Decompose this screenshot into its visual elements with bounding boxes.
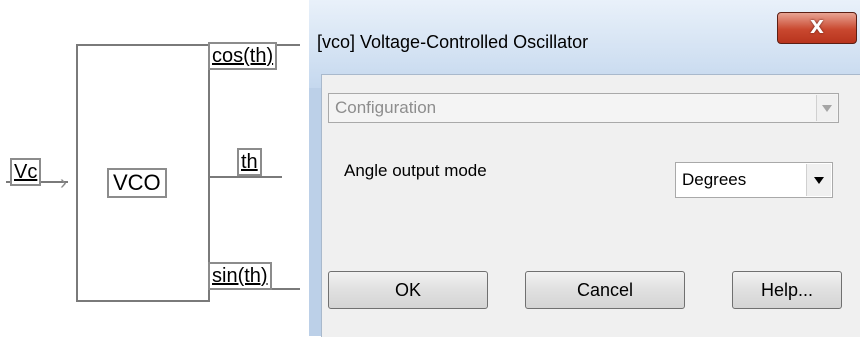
angle-output-mode-value: Degrees — [682, 170, 747, 189]
input-port-vc[interactable]: Vc — [10, 158, 42, 186]
vco-block-diagram: › Vc VCO cos(th) th sin(th) — [0, 0, 305, 336]
ok-button[interactable]: OK — [328, 271, 488, 309]
close-button[interactable]: X — [777, 12, 857, 44]
chevron-down-icon[interactable] — [806, 164, 831, 196]
configuration-select-value: Configuration — [335, 98, 437, 117]
angle-output-mode-select[interactable]: Degrees — [675, 162, 833, 198]
help-button-label: Help... — [760, 280, 814, 300]
angle-output-mode-label: Angle output mode — [344, 161, 487, 180]
help-button[interactable]: Help... — [732, 271, 842, 309]
configuration-select: Configuration — [328, 93, 839, 123]
dialog-content: Configuration Angle output mode Degrees … — [321, 74, 860, 337]
output-port-cos[interactable]: cos(th) — [208, 42, 278, 70]
ok-button-label: OK — [394, 280, 421, 300]
vco-block-label: VCO — [107, 168, 167, 198]
input-arrow-icon: › — [60, 172, 67, 194]
vco-dialog: [vco] Voltage-Controlled Oscillator X Co… — [309, 0, 860, 337]
output-wire-th — [210, 176, 282, 178]
chevron-down-icon — [816, 95, 837, 121]
close-icon: X — [810, 17, 824, 38]
cancel-button-label: Cancel — [576, 280, 634, 300]
output-port-th[interactable]: th — [237, 148, 262, 176]
dialog-title: [vco] Voltage-Controlled Oscillator — [317, 32, 589, 52]
cancel-button[interactable]: Cancel — [525, 271, 685, 309]
output-port-sin[interactable]: sin(th) — [208, 262, 272, 290]
